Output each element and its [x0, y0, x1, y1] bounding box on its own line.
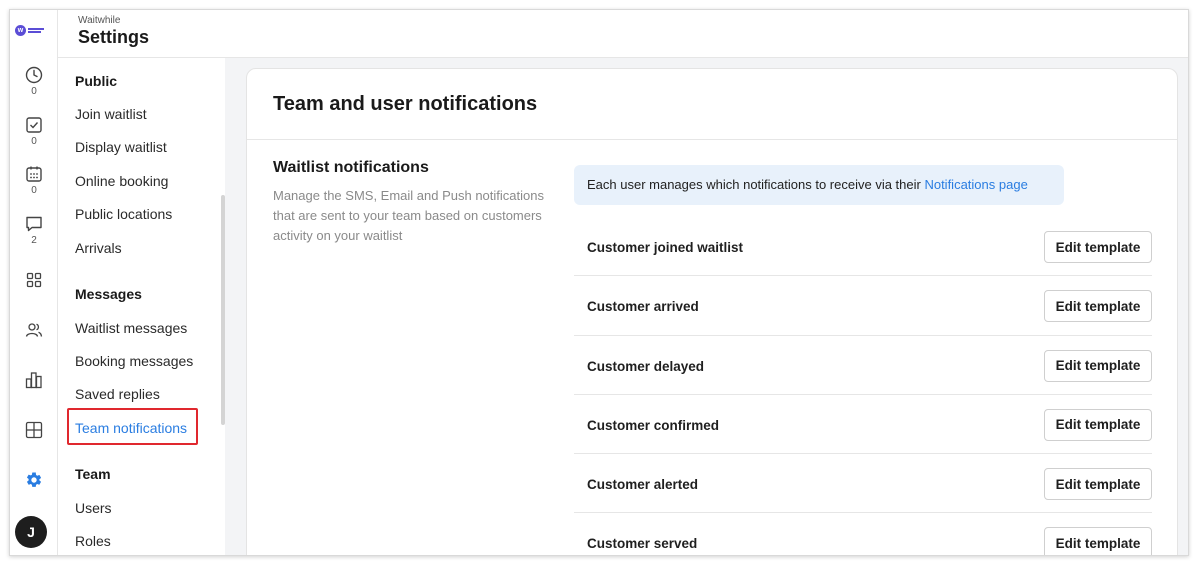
rail-analytics[interactable] — [10, 371, 58, 389]
calendar-icon — [26, 166, 42, 182]
app-name: Waitwhile — [78, 15, 121, 26]
notification-label: Customer joined waitlist — [587, 240, 744, 255]
icon-rail: w 0 0 0 2 J — [10, 10, 58, 555]
highlight-box — [67, 408, 198, 445]
logo-mark-icon: w — [15, 24, 26, 36]
notifications-card: Team and user notifications Waitlist not… — [246, 68, 1178, 555]
section-title: Waitlist notifications — [273, 159, 429, 176]
nav-item-join-waitlist[interactable]: Join waitlist — [75, 106, 147, 122]
nav-item-booking-messages[interactable]: Booking messages — [75, 353, 193, 369]
nav-section-public: Public — [75, 73, 118, 89]
page-header: Waitwhile Settings — [58, 10, 1188, 58]
notification-row: Customer confirmed Edit template — [574, 395, 1152, 455]
edit-template-button[interactable]: Edit template — [1044, 408, 1152, 441]
nav-item-arrivals[interactable]: Arrivals — [75, 240, 122, 256]
rail-layout[interactable] — [10, 421, 58, 439]
nav-item-saved-replies[interactable]: Saved replies — [75, 386, 160, 402]
rail-tasks[interactable]: 0 — [10, 116, 58, 147]
nav-item-display-waitlist[interactable]: Display waitlist — [75, 139, 167, 155]
notification-list: Customer joined waitlist Edit template C… — [574, 217, 1152, 555]
edit-template-button[interactable]: Edit template — [1044, 349, 1152, 382]
edit-template-button[interactable]: Edit template — [1044, 290, 1152, 323]
card-title: Team and user notifications — [273, 93, 538, 115]
message-icon — [26, 216, 42, 232]
people-icon — [25, 323, 43, 337]
notification-label: Customer served — [587, 536, 698, 552]
waitlist-count: 0 — [31, 86, 37, 97]
notification-row: Customer arrived Edit template — [574, 276, 1152, 336]
rail-messages[interactable]: 2 — [10, 215, 58, 246]
notification-row: Customer delayed Edit template — [574, 336, 1152, 395]
apps-grid-icon — [26, 272, 42, 288]
clock-icon — [25, 66, 43, 84]
rail-settings[interactable] — [10, 471, 58, 489]
messages-count: 2 — [31, 235, 37, 246]
gear-icon — [26, 472, 42, 487]
notifications-page-link[interactable]: Notifications page — [924, 177, 1027, 192]
rail-waitlist[interactable]: 0 — [10, 66, 58, 97]
notification-row: Customer alerted Edit template — [574, 454, 1152, 514]
nav-section-messages: Messages — [75, 286, 142, 302]
nav-section-team: Team — [75, 466, 111, 482]
edit-template-button[interactable]: Edit template — [1044, 468, 1152, 501]
page-title: Settings — [78, 27, 150, 47]
nav-item-waitlist-messages[interactable]: Waitlist messages — [75, 320, 187, 336]
notification-row: Customer joined waitlist Edit template — [574, 217, 1152, 277]
rail-apps[interactable] — [10, 272, 58, 288]
notification-label: Customer confirmed — [587, 417, 720, 433]
nav-item-online-booking[interactable]: Online booking — [75, 173, 168, 189]
bookings-count: 0 — [31, 185, 37, 196]
app-window: w 0 0 0 2 J Waitwhile Settings Public Jo… — [9, 9, 1189, 556]
info-banner: Each user manages which notifications to… — [574, 165, 1064, 205]
analytics-icon — [25, 372, 42, 389]
main-content: Team and user notifications Waitlist not… — [225, 58, 1188, 555]
checkbox-icon — [26, 117, 42, 133]
notification-label: Customer alerted — [587, 477, 699, 493]
edit-template-button[interactable]: Edit template — [1044, 231, 1152, 263]
settings-nav: Public Join waitlist Display waitlist On… — [58, 58, 225, 555]
rail-customers[interactable] — [10, 321, 58, 339]
waitwhile-logo[interactable]: w — [15, 24, 45, 36]
divider — [247, 139, 1177, 140]
section-description: Manage the SMS, Email and Push notificat… — [273, 188, 544, 243]
nav-item-public-locations[interactable]: Public locations — [75, 206, 172, 222]
rail-bookings[interactable]: 0 — [10, 165, 58, 196]
tasks-count: 0 — [31, 136, 37, 147]
notification-label: Customer delayed — [587, 358, 705, 374]
nav-item-users[interactable]: Users — [75, 500, 112, 516]
notification-label: Customer arrived — [587, 299, 699, 315]
edit-template-button[interactable]: Edit template — [1044, 527, 1152, 555]
info-banner-text: Each user manages which notifications to… — [587, 177, 925, 192]
nav-item-roles[interactable]: Roles — [75, 533, 111, 549]
layout-icon — [25, 421, 43, 439]
notification-row: Customer served Edit template — [574, 513, 1152, 555]
user-avatar[interactable]: J — [15, 516, 47, 548]
